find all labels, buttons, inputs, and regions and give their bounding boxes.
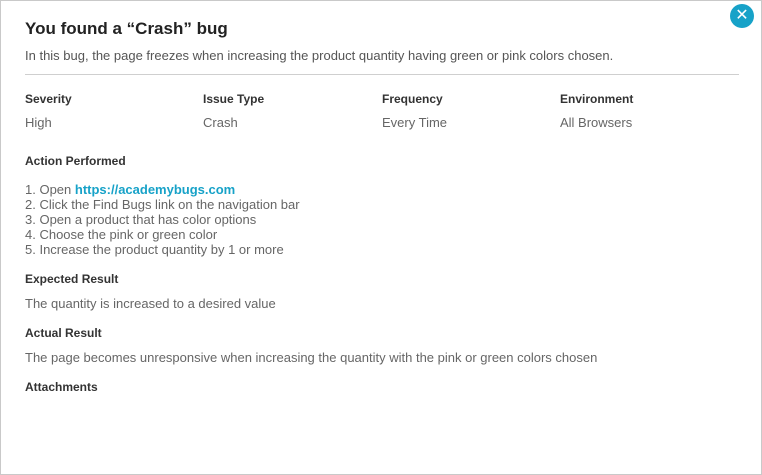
step-4: 4. Choose the pink or green color [25,227,218,242]
actual-result-heading: Actual Result [25,326,102,340]
divider [25,74,739,75]
frequency-block: Frequency Every Time [382,92,552,130]
severity-value: High [25,115,52,130]
frequency-label: Frequency [382,92,443,106]
severity-block: Severity High [25,92,195,130]
step-1-prefix: 1. Open [25,182,75,197]
close-icon: ✕ [735,7,749,24]
close-button[interactable]: ✕ [730,4,754,28]
issue-type-value: Crash [203,115,238,130]
issue-type-label: Issue Type [203,92,265,106]
severity-label: Severity [25,92,72,106]
attachments-heading: Attachments [25,380,98,394]
step-1: 1. Open https://academybugs.com [25,182,300,197]
environment-block: Environment All Browsers [560,92,730,130]
action-performed-heading: Action Performed [25,154,126,168]
step-3: 3. Open a product that has color options [25,212,257,227]
environment-label: Environment [560,92,634,106]
expected-result-heading: Expected Result [25,272,119,286]
bug-description: In this bug, the page freezes when incre… [25,48,614,63]
expected-result-text: The quantity is increased to a desired v… [25,296,276,311]
step-5: 5. Increase the product quantity by 1 or… [25,242,284,257]
environment-value: All Browsers [560,115,633,130]
frequency-value: Every Time [382,115,448,130]
issue-type-block: Issue Type Crash [203,92,373,130]
actual-result-text: The page becomes unresponsive when incre… [25,350,598,365]
bug-report-modal: ✕ You found a “Crash” bug In this bug, t… [0,0,762,475]
modal-title: You found a “Crash” bug [25,19,228,38]
step-2: 2. Click the Find Bugs link on the navig… [25,197,300,212]
steps-list: 1. Open https://academybugs.com 2. Click… [25,182,300,257]
academybugs-link[interactable]: https://academybugs.com [75,182,235,197]
